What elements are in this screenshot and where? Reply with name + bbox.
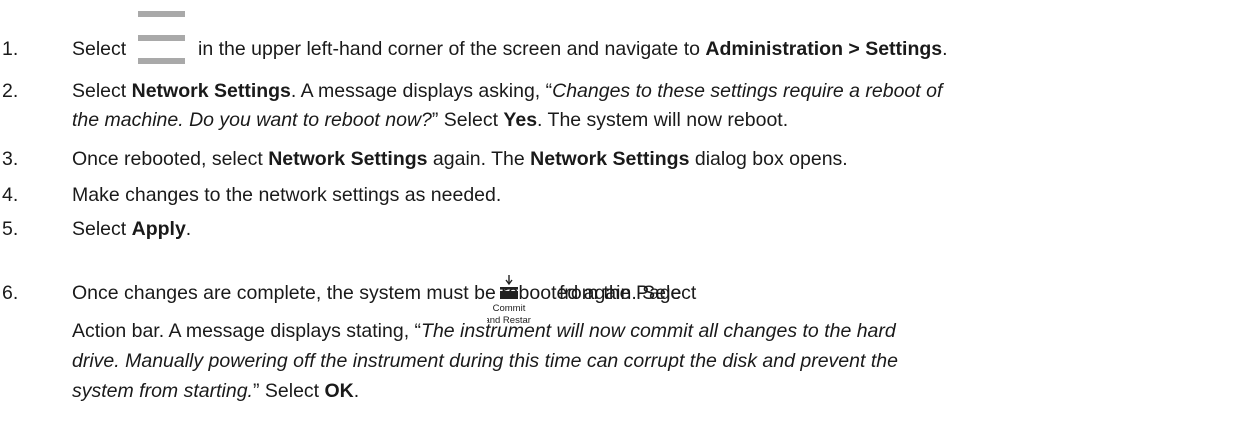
hamburger-menu-icon (137, 0, 185, 72)
step-number: 3. (2, 148, 19, 170)
step-text-line: Action bar. A message displays stating, … (72, 320, 896, 342)
step-text-line: Once rebooted, select Network Settings a… (72, 148, 848, 170)
step-text-line: Select Network Settings. A message displ… (72, 80, 943, 102)
step-text-line: Select Apply. (72, 218, 192, 240)
commit-label: Commit (493, 303, 526, 314)
step-text-line: from the Page (559, 282, 682, 304)
step-number: 1. (2, 38, 19, 60)
commit-and-restart-icon: Commit and Restart (484, 274, 534, 326)
step-text-line: the machine. Do you want to reboot now?”… (72, 109, 789, 131)
step-text-line: system from starting.” Select OK. (72, 380, 360, 402)
step-number: 2. (2, 80, 19, 102)
step-number: 6. (2, 282, 19, 304)
step-text: Select in the upper left-hand corner of … (72, 0, 948, 72)
step-text-line: drive. Manually powering off the instrum… (72, 350, 898, 372)
step-text-line: Make changes to the network settings as … (72, 184, 502, 206)
step-number: 5. (2, 218, 19, 240)
step-number: 4. (2, 184, 19, 206)
